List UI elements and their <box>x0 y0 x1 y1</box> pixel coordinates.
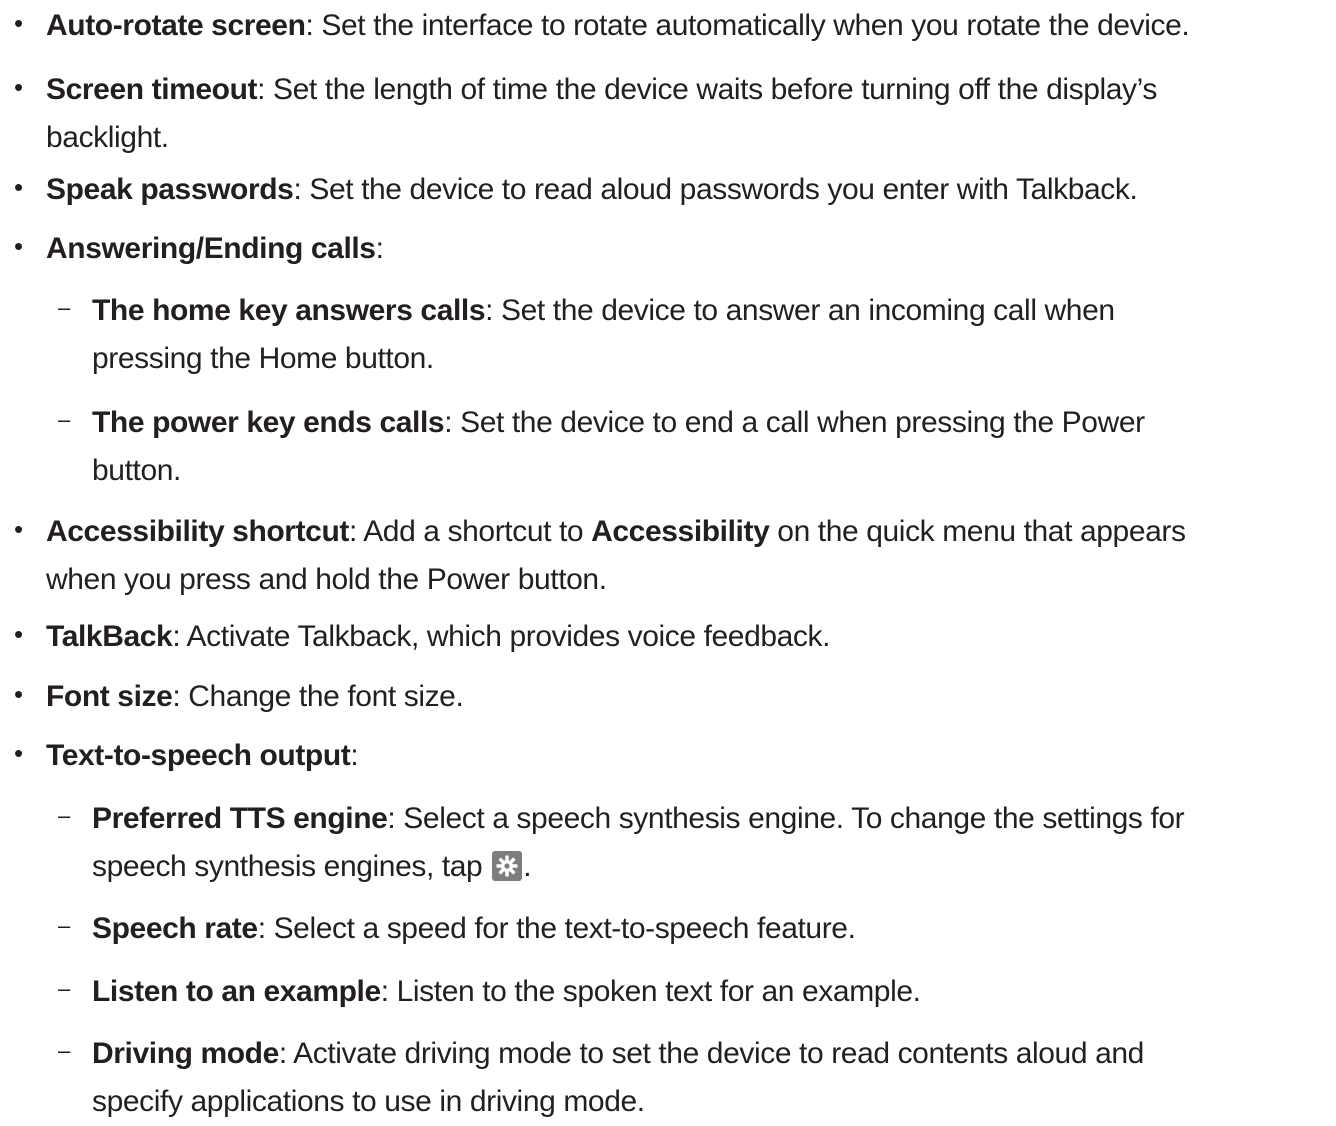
bullet-marker: • <box>14 619 23 649</box>
dash-marker: – <box>58 913 70 938</box>
description-screen-timeout-cont: backlight. <box>46 121 169 154</box>
dash-marker: – <box>58 295 70 320</box>
description-home-key-answers-calls: Set the device to answer an incoming cal… <box>501 294 1115 327</box>
bullet-marker: • <box>14 738 23 768</box>
description-preferred-tts-engine-cont: speech synthesis engines, tap <box>92 850 483 883</box>
description-screen-timeout: Set the length of time the device waits … <box>273 73 1157 106</box>
term-font-size: Font size <box>46 680 173 713</box>
term-text-to-speech-output: Text-to-speech output <box>46 739 351 772</box>
term-accessibility-shortcut: Accessibility shortcut <box>46 515 349 548</box>
dash-marker: – <box>58 976 70 1001</box>
term-power-key-ends-calls: The power key ends calls <box>92 406 445 439</box>
term-screen-timeout: Screen timeout <box>46 73 258 106</box>
bullet-marker: • <box>14 679 23 709</box>
description-power-key-ends-calls: Set the device to end a call when pressi… <box>460 406 1145 439</box>
term-listen-to-example: Listen to an example <box>92 975 381 1008</box>
description-font-size: Change the font size. <box>188 680 464 713</box>
description-listen-to-example: Listen to the spoken text for an example… <box>396 975 921 1008</box>
term-auto-rotate-screen: Auto-rotate screen <box>46 9 306 42</box>
bullet-marker: • <box>14 514 23 544</box>
settings-gear-icon <box>492 851 523 881</box>
description-home-key-answers-calls-cont: pressing the Home button. <box>92 342 434 375</box>
description-driving-mode-cont: specify applications to use in driving m… <box>92 1085 645 1118</box>
description-speech-rate: Select a speed for the text-to-speech fe… <box>273 912 856 945</box>
term-talkback: TalkBack <box>46 620 173 653</box>
description-preferred-tts-engine: Select a speech synthesis engine. To cha… <box>403 802 1185 835</box>
accessibility-settings-document: • Auto-rotate screen: Set the interface … <box>0 0 1336 1122</box>
description-talkback: Activate Talkback, which provides voice … <box>186 620 831 653</box>
bullet-marker: • <box>14 72 23 102</box>
description-auto-rotate-screen: Set the interface to rotate automaticall… <box>321 9 1190 42</box>
description-driving-mode: Activate driving mode to set the device … <box>293 1037 1144 1070</box>
description-accessibility-shortcut-cont: when you press and hold the Power button… <box>46 563 607 596</box>
description-speak-passwords: Set the device to read aloud passwords y… <box>309 173 1138 206</box>
bullet-marker: • <box>14 172 23 202</box>
accessibility-menu-reference: Accessibility <box>591 515 770 548</box>
term-preferred-tts-engine: Preferred TTS engine <box>92 802 388 835</box>
term-speak-passwords: Speak passwords <box>46 173 294 206</box>
term-answering-ending-calls: Answering/Ending calls <box>46 232 376 265</box>
description-power-key-ends-calls-cont: button. <box>92 454 181 487</box>
term-speech-rate: Speech rate <box>92 912 258 945</box>
dash-marker: – <box>58 407 70 432</box>
dash-marker: – <box>58 803 70 828</box>
bullet-marker: • <box>14 231 23 261</box>
term-home-key-answers-calls: The home key answers calls <box>92 294 486 327</box>
term-driving-mode: Driving mode <box>92 1037 279 1070</box>
bullet-marker: • <box>14 8 23 38</box>
dash-marker: – <box>58 1038 70 1063</box>
